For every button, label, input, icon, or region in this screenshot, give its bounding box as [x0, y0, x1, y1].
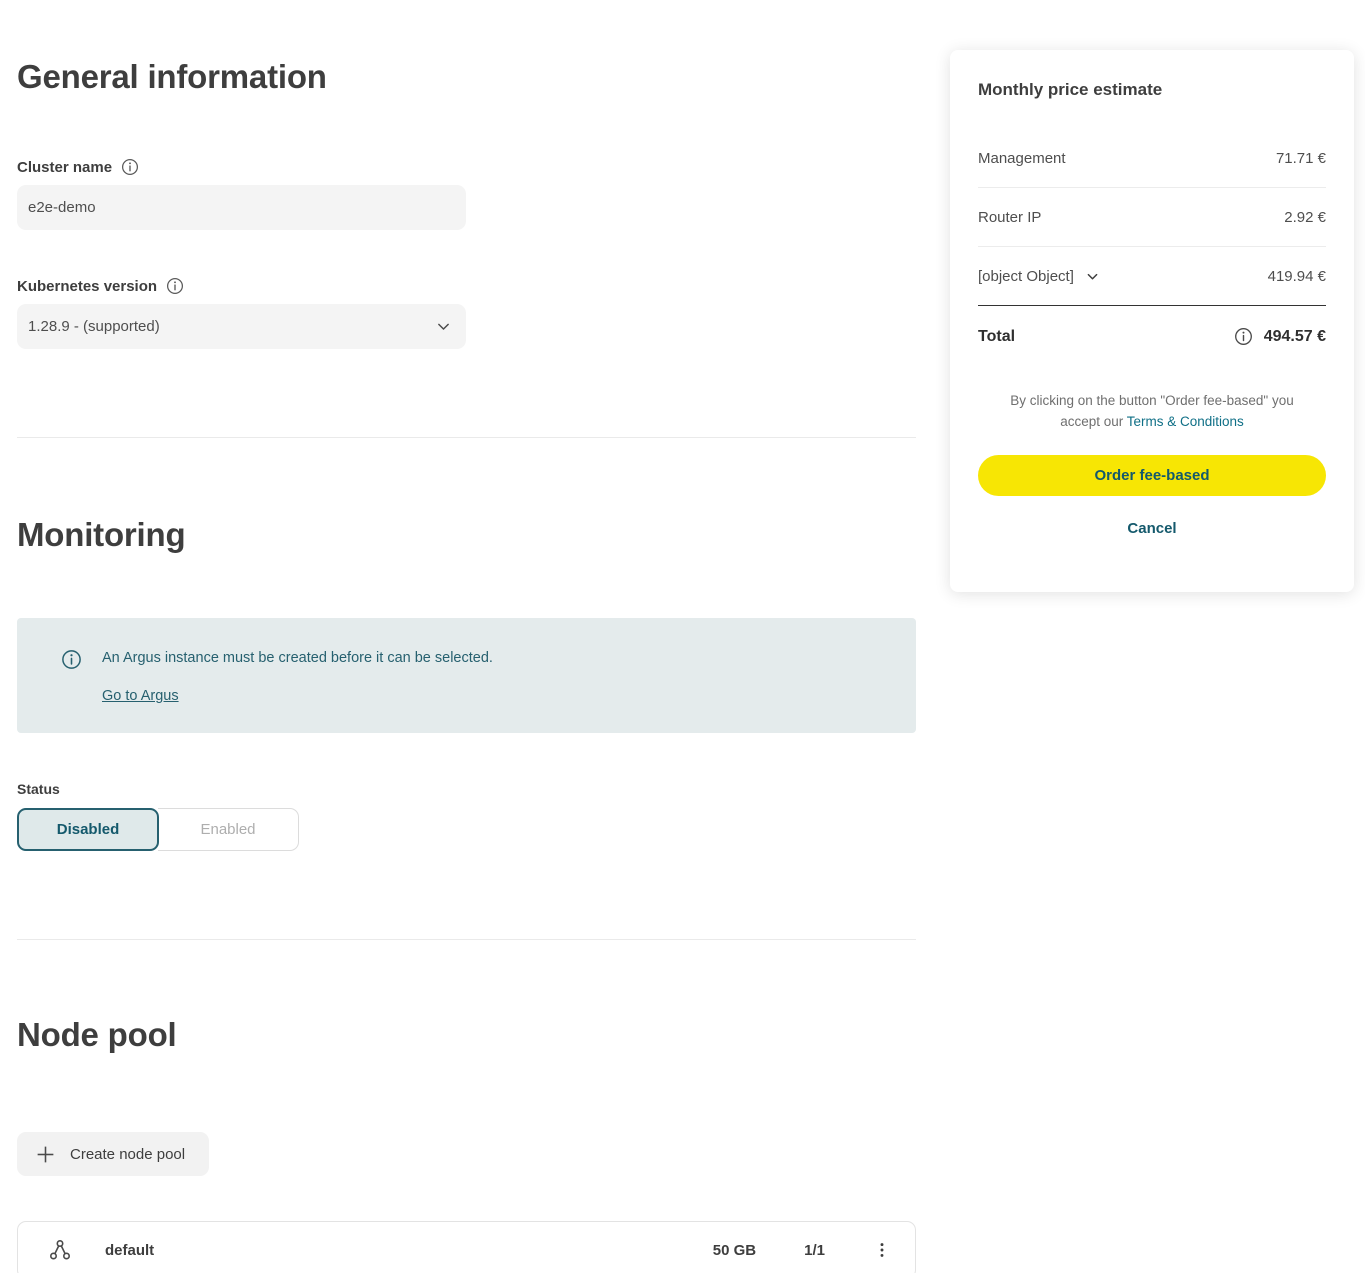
total-label: Total	[978, 328, 1015, 346]
monitoring-title: Monitoring	[17, 516, 916, 554]
price-estimate-card: Monthly price estimate Management 71.71 …	[950, 50, 1354, 592]
info-icon[interactable]	[1234, 327, 1253, 346]
create-node-pool-button[interactable]: Create node pool	[17, 1132, 209, 1176]
cancel-button[interactable]: Cancel	[1127, 520, 1176, 537]
price-row-label: Router IP	[978, 209, 1041, 226]
info-icon	[61, 649, 82, 670]
node-pool-title: Node pool	[17, 1016, 916, 1054]
section-divider	[17, 437, 916, 438]
status-label: Status	[17, 781, 916, 797]
total-value: 494.57 €	[1264, 328, 1326, 346]
kubernetes-version-selected-value: 1.28.9 - (supported)	[28, 318, 160, 335]
alert-message: An Argus instance must be created before…	[102, 649, 493, 667]
plus-icon	[35, 1144, 56, 1165]
kubernetes-version-field: Kubernetes version 1.28.9 - (supported)	[17, 277, 916, 349]
chevron-down-icon[interactable]	[1085, 269, 1100, 284]
section-divider	[17, 939, 916, 940]
status-option-enabled[interactable]: Enabled	[158, 808, 299, 851]
terms-and-conditions-link[interactable]: Terms & Conditions	[1127, 414, 1244, 429]
node-pool-row[interactable]: default 50 GB 1/1	[17, 1221, 916, 1273]
chevron-down-icon	[435, 318, 452, 335]
go-to-argus-link[interactable]: Go to Argus	[102, 688, 179, 704]
price-row-value: 71.71 €	[1276, 150, 1326, 167]
cluster-name-input[interactable]	[17, 185, 466, 230]
general-information-title: General information	[17, 58, 916, 96]
node-pool-storage: 50 GB	[713, 1242, 756, 1259]
price-rows: Management 71.71 € Router IP 2.92 € [obj…	[978, 129, 1326, 306]
node-pool-icon	[48, 1238, 72, 1262]
create-node-pool-label: Create node pool	[70, 1146, 185, 1163]
price-row-label: [object Object]	[978, 268, 1074, 285]
status-toggle-group: Disabled Enabled	[17, 808, 916, 851]
order-fee-based-button[interactable]: Order fee-based	[978, 455, 1326, 496]
price-row-router-ip: Router IP 2.92 €	[978, 188, 1326, 247]
cluster-create-page: General information Cluster name Kuberne…	[0, 0, 1365, 1273]
status-block: Status Disabled Enabled	[17, 781, 916, 851]
price-row-node-pools: [object Object] 419.94 €	[978, 247, 1326, 306]
info-icon[interactable]	[166, 277, 184, 295]
total-row: Total 494.57 €	[978, 306, 1326, 346]
price-row-value: 2.92 €	[1284, 209, 1326, 226]
kubernetes-version-label: Kubernetes version	[17, 278, 157, 295]
status-option-disabled[interactable]: Disabled	[17, 808, 159, 851]
kubernetes-version-select[interactable]: 1.28.9 - (supported)	[17, 304, 466, 349]
kebab-menu-button[interactable]	[869, 1237, 895, 1263]
node-pool-name: default	[105, 1242, 154, 1259]
cluster-name-label: Cluster name	[17, 159, 112, 176]
info-icon[interactable]	[121, 158, 139, 176]
price-estimate-title: Monthly price estimate	[978, 80, 1326, 100]
price-row-label: Management	[978, 150, 1066, 167]
terms-text: By clicking on the button "Order fee-bas…	[1001, 390, 1303, 432]
price-row-management: Management 71.71 €	[978, 129, 1326, 188]
cluster-name-field: Cluster name	[17, 158, 916, 230]
price-row-value: 419.94 €	[1268, 268, 1326, 285]
argus-info-alert: An Argus instance must be created before…	[17, 618, 916, 733]
node-pool-node-count: 1/1	[804, 1242, 825, 1259]
main-content: General information Cluster name Kuberne…	[0, 0, 916, 1273]
